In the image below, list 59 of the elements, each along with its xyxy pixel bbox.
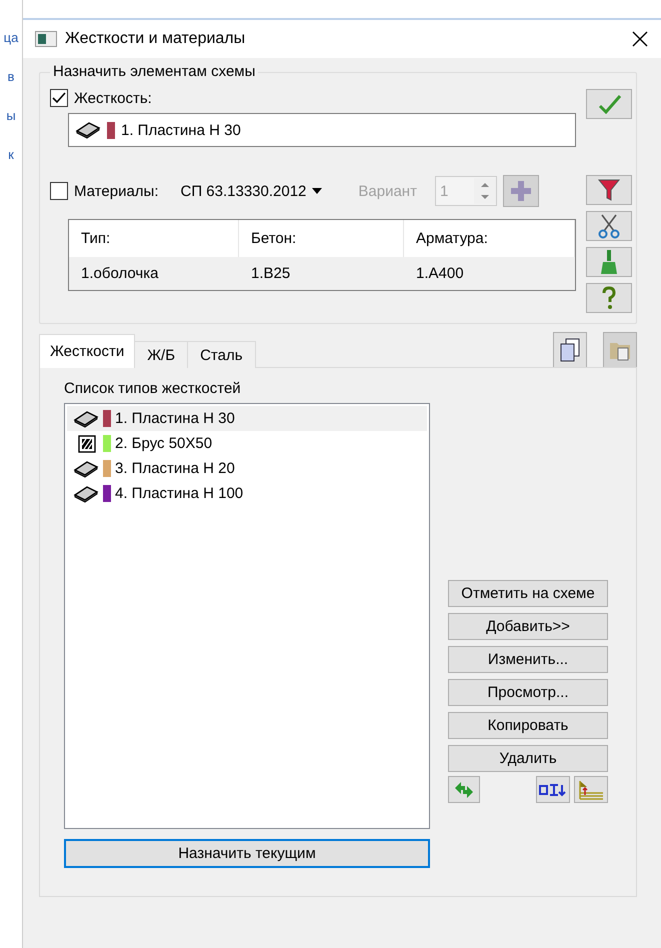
check-icon: [596, 94, 622, 114]
table-cell-text: 1.В25: [250, 264, 292, 284]
action-button[interactable]: Просмотр...: [448, 679, 608, 706]
table-cell-text: 1.А400: [415, 264, 465, 284]
column-header: Арматура:: [404, 220, 575, 257]
apply-button[interactable]: [586, 89, 632, 119]
list-label: Список типов жесткостей: [64, 380, 242, 397]
plate-icon: [73, 484, 99, 502]
close-icon[interactable]: [631, 30, 649, 48]
plate-icon: [75, 121, 101, 139]
plate-icon: [73, 460, 99, 478]
plus-icon: [510, 180, 532, 202]
table-cell-text: 1.оболочка: [80, 264, 160, 284]
brush-button[interactable]: [586, 247, 632, 277]
checkbox-label: Материалы:: [74, 182, 158, 200]
filter-button[interactable]: [586, 175, 632, 205]
help-button[interactable]: [586, 283, 632, 313]
plate-icon: [73, 410, 99, 428]
list-item[interactable]: 2. Брус 50Х50: [67, 431, 427, 456]
column-header: Тип:: [69, 220, 239, 257]
question-mark-icon: [601, 286, 617, 310]
window-title: Жесткости и материалы: [65, 30, 246, 48]
cut-button[interactable]: [586, 211, 632, 241]
tab[interactable]: Жесткости: [39, 334, 136, 368]
brush-icon: [599, 249, 619, 275]
tab[interactable]: Ж/Б: [134, 341, 188, 368]
stiffness-checkbox[interactable]: [50, 89, 68, 107]
action-button[interactable]: Изменить...: [448, 646, 608, 673]
checkbox-label: Жесткость:: [74, 90, 152, 106]
scissors-icon: [597, 213, 621, 239]
paste-button[interactable]: [603, 332, 637, 368]
action-button[interactable]: Копировать: [448, 712, 608, 739]
variant-label: Вариант: [358, 182, 417, 200]
assign-current-button[interactable]: Назначить текущим: [64, 839, 430, 868]
documents-icon: [560, 338, 580, 362]
beam-section-button[interactable]: [536, 776, 570, 803]
section-icon: [539, 782, 567, 796]
list-item[interactable]: 1. Пластина Н 30: [67, 406, 427, 431]
app-icon: [35, 31, 57, 47]
action-button[interactable]: Отметить на схеме: [448, 580, 608, 607]
stairs-icon: [577, 778, 605, 800]
background-text: к: [8, 147, 14, 162]
swap-arrows-icon: [453, 780, 475, 800]
background-text: ы: [6, 108, 16, 123]
check-icon: [52, 91, 66, 105]
copy-button[interactable]: [553, 332, 587, 368]
background-text: ца: [4, 30, 18, 45]
background-text: в: [8, 69, 14, 84]
tab[interactable]: Сталь: [187, 341, 256, 368]
action-button[interactable]: Добавить>>: [448, 613, 608, 640]
list-item[interactable]: 4. Пластина Н 100: [67, 481, 427, 506]
swap-button[interactable]: [448, 776, 480, 803]
current-stiffness-field[interactable]: 1. Пластина Н 30: [68, 113, 576, 147]
funnel-icon: [597, 178, 621, 202]
caret-icon: [312, 188, 322, 194]
list-item[interactable]: 3. Пластина Н 20: [67, 456, 427, 481]
action-button[interactable]: Удалить: [448, 745, 608, 772]
column-header: Бетон:: [239, 220, 404, 257]
levels-button[interactable]: [574, 776, 608, 803]
